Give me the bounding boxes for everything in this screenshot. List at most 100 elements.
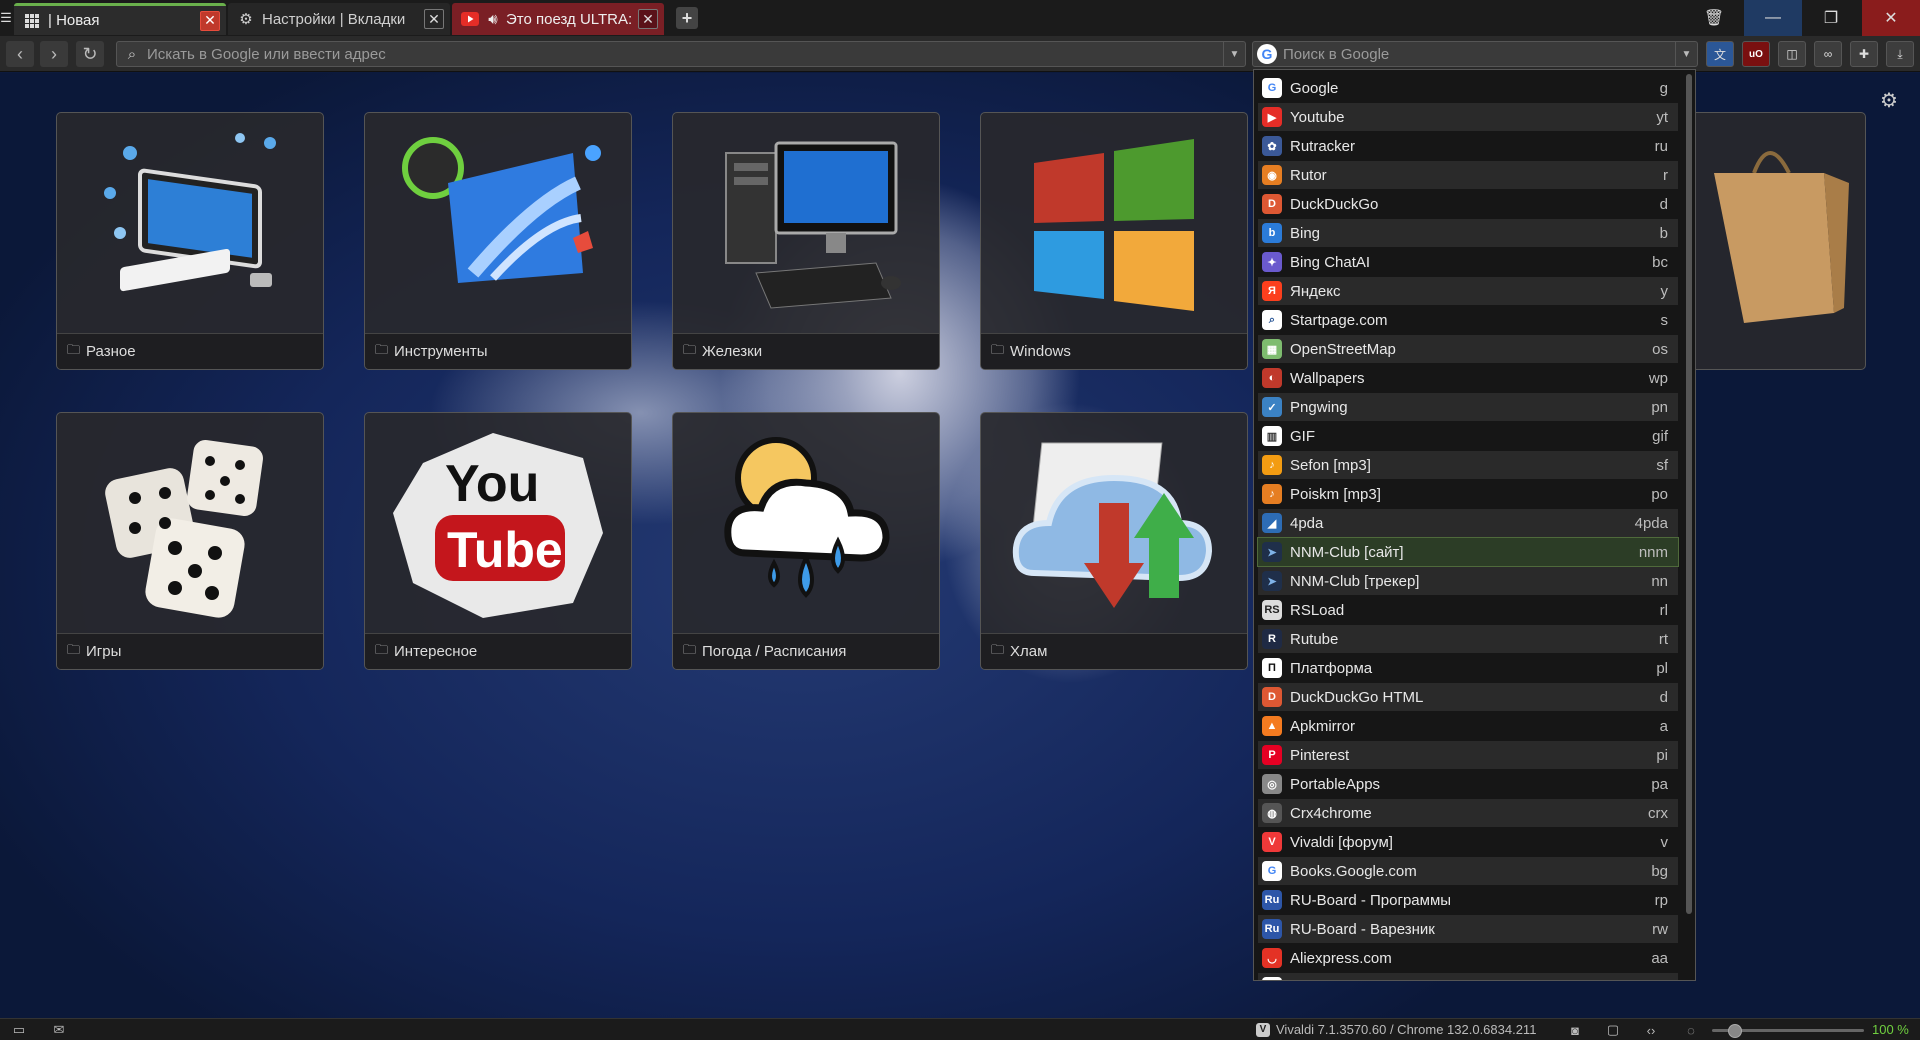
search-engine-item[interactable]: ♪ Poiskm [mp3] po [1258,480,1678,508]
gear-icon: ⚙ [239,11,253,28]
search-engine-item[interactable]: ▶ Youtube yt [1258,103,1678,131]
translate-icon[interactable]: 文 [1706,41,1734,67]
download-icon[interactable]: ⤓ [1886,41,1914,67]
search-engine-item[interactable]: P Pinterest pi [1258,741,1678,769]
search-engine-item[interactable]: V Vivaldi [форум] v [1258,828,1678,856]
search-engine-keyword: a [1659,717,1668,735]
search-engine-item[interactable]: ◢ 4pda 4pda [1258,509,1678,537]
extensions-icon[interactable]: ✚ [1850,41,1878,67]
address-input[interactable] [147,45,1223,63]
vivaldi-icon: V [1256,1022,1270,1037]
search-engine-item[interactable]: e eBayeb [1258,973,1678,980]
forward-button[interactable]: › [40,41,68,67]
search-engine-item[interactable]: D DuckDuckGo d [1258,190,1678,218]
chevron-down-icon[interactable]: ▼ [1675,42,1697,66]
speed-dial-folder[interactable]: You Tube 🗀 Интересное [364,412,632,670]
minimize-button[interactable]: — [1744,0,1802,36]
search-engine-item[interactable]: ➤ NNM-Club [трекер] nn [1258,567,1678,595]
search-engine-item[interactable]: П Платформа pl [1258,654,1678,682]
code-icon[interactable]: ‹› [1642,1022,1660,1038]
search-engine-item[interactable]: D DuckDuckGo HTML d [1258,683,1678,711]
search-engine-keyword: b [1659,224,1668,242]
dropdown-scrollbar[interactable] [1686,74,1692,914]
search-engine-item[interactable]: ◎ PortableApps pa [1258,770,1678,798]
search-engine-item[interactable]: ▦ OpenStreetMap os [1258,335,1678,363]
search-engine-item[interactable]: ▥ GIF gif [1258,422,1678,450]
chevron-down-icon[interactable]: ▼ [1223,42,1245,66]
search-engine-keyword: wp [1648,369,1668,387]
google-icon[interactable]: G [1257,44,1277,64]
search-engine-keyword: po [1651,485,1668,503]
search-engine-item[interactable]: ◍ Crx4chrome crx [1258,799,1678,827]
search-engine-item[interactable]: ♪ Sefon [mp3] sf [1258,451,1678,479]
search-engine-item[interactable]: b Bing b [1258,219,1678,247]
search-engine-item[interactable]: ◐ Wallpapers wp [1258,364,1678,392]
tab-youtube[interactable]: 🔊︎ Это поезд ULTRA: н ✕ [452,3,664,35]
speaker-icon[interactable]: 🔊︎ [486,9,500,29]
speed-dial-folder[interactable]: 🗀 Игры [56,412,324,670]
search-engine-name: Pinterest [1290,746,1350,764]
speed-dial-folder[interactable]: 🗀 Хлам [980,412,1248,670]
close-window-button[interactable]: ✕ [1862,0,1920,36]
tab-close-button[interactable]: ✕ [638,9,658,29]
new-tab-button[interactable]: + [676,7,698,29]
search-engine-name: OpenStreetMap [1290,340,1396,358]
windows-logo-icon [981,113,1247,333]
tab-bar: ☰ | Новая ✕ ⚙ Настройки | Вкладки ✕ 🔊︎ Э… [0,0,1920,36]
search-engine-icon: RS [1262,600,1282,620]
search-engine-keyword: pa [1651,775,1668,793]
reload-button[interactable]: ↻ [76,41,104,67]
search-engine-item[interactable]: ◡ Aliexpress.com aa [1258,944,1678,972]
tab-settings[interactable]: ⚙ Настройки | Вкладки ✕ [228,3,450,35]
ublock-icon[interactable]: uO [1742,41,1770,67]
zoom-reset-icon[interactable]: ◌ [1682,1022,1700,1038]
speed-dial-folder[interactable]: 🗀 Инструменты [364,112,632,370]
search-engine-item[interactable]: ✿ Rutracker ru [1258,132,1678,160]
window-icon[interactable]: ▢ [1604,1022,1622,1038]
search-engine-item[interactable]: Ru RU-Board - Варезник rw [1258,915,1678,943]
search-input[interactable] [1283,45,1675,63]
trash-icon[interactable]: 🗑︎ [1696,0,1732,36]
speed-dial-folder[interactable]: 🗀 Windows [980,112,1248,370]
zoom-slider-knob[interactable] [1727,1024,1742,1038]
mail-icon[interactable]: ✉ [50,1022,68,1038]
search-field[interactable]: G ▼ [1252,41,1698,67]
search-engine-item[interactable]: ✓ Pngwing pn [1258,393,1678,421]
search-engine-item[interactable]: Ru RU-Board - Программы rp [1258,886,1678,914]
search-engine-item[interactable]: G Books.Google.com bg [1258,857,1678,885]
search-engine-keyword: rl [1659,601,1668,619]
gear-icon[interactable]: ⚙ [1880,88,1898,113]
speed-dial-folder[interactable]: 🗀 Разное [56,112,324,370]
maximize-button[interactable]: ❐ [1802,0,1860,36]
panel-toggle-icon[interactable]: ▭ [10,1022,28,1038]
folder-icon: 🗀 [67,341,81,357]
search-engine-icon: D [1262,194,1282,214]
folder-icon: 🗀 [683,641,697,657]
search-engine-item[interactable]: ◉ Rutor r [1258,161,1678,189]
tab-close-button[interactable]: ✕ [424,9,444,29]
tab-new[interactable]: | Новая ✕ [14,3,226,35]
speed-dial-label: Железки [702,343,763,360]
tab-close-button[interactable]: ✕ [200,10,220,31]
tab-title: | Новая [48,12,100,29]
reader-icon[interactable]: ◫ [1778,41,1806,67]
search-engine-dropdown[interactable]: G Google g ▶ Youtube yt ✿ Rutracker ru ◉ Rutor r D Du… [1253,69,1696,981]
glasses-icon[interactable]: ∞ [1814,41,1842,67]
speed-dial-folder[interactable]: 🗀 Железки [672,112,940,370]
search-engine-item[interactable]: ✦ Bing ChatAI bc [1258,248,1678,276]
back-button[interactable]: ‹ [6,41,34,67]
search-engine-icon: D [1262,687,1282,707]
search-engine-item[interactable]: Я Яндекс y [1258,277,1678,305]
vivaldi-menu-button[interactable]: ☰ [0,0,12,36]
search-engine-item[interactable]: ▲ Apkmirror a [1258,712,1678,740]
search-engine-item[interactable]: ⌕ Startpage.com s [1258,306,1678,334]
search-engine-item[interactable]: ➤ NNM-Club [сайт] nnm [1257,537,1679,567]
search-engine-item[interactable]: R Rutube rt [1258,625,1678,653]
search-engine-item[interactable]: RS RSLoad rl [1258,596,1678,624]
search-engine-item[interactable]: G Google g [1258,74,1678,102]
address-field[interactable]: ⌕ ▼ [116,41,1246,67]
search-engine-icon: R [1262,629,1282,649]
speed-dial-folder[interactable]: 🗀 Погода / Расписания [672,412,940,670]
search-engine-keyword: crx [1648,804,1668,822]
camera-icon[interactable]: ◙ [1566,1022,1584,1038]
